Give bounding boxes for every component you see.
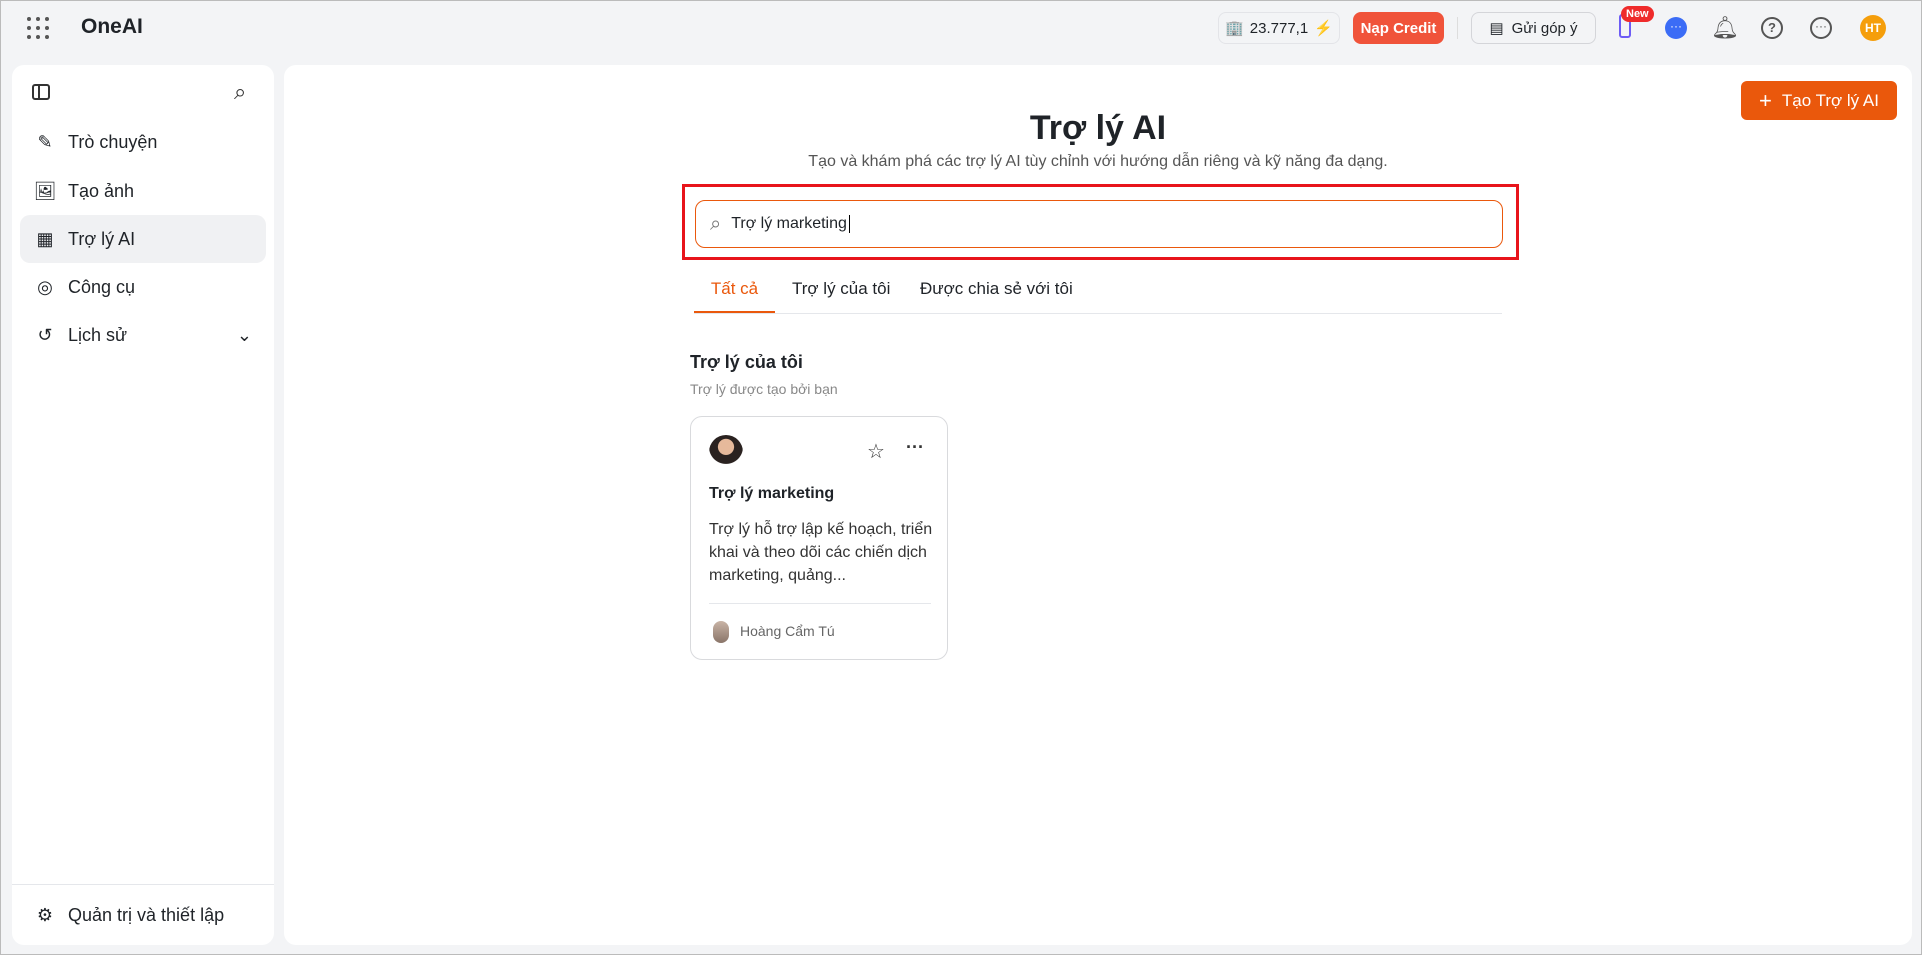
- section-subtitle: Trợ lý được tạo bởi bạn: [690, 381, 838, 397]
- search-icon[interactable]: ⌕: [234, 79, 246, 105]
- avatar[interactable]: HT: [1860, 15, 1886, 41]
- tab-my-assistants[interactable]: Trợ lý của tôi: [792, 279, 890, 313]
- apps-grid-icon[interactable]: [27, 17, 49, 39]
- search-icon: ⌕: [710, 212, 722, 235]
- credit-balance[interactable]: 🏢 23.777,1 ⚡: [1218, 12, 1340, 44]
- top-bar: OneAI 🏢 23.777,1 ⚡ Nạp Credit ▤ Gửi góp ý N…: [1, 1, 1922, 55]
- history-icon: ↺: [37, 324, 53, 345]
- sidebar-item-history[interactable]: ↺ Lịch sử ⌄: [20, 311, 266, 359]
- help-icon[interactable]: ?: [1761, 17, 1783, 39]
- chat-icon[interactable]: ···: [1665, 17, 1687, 39]
- compass-icon: ◎: [37, 276, 53, 297]
- sidebar-item-tools[interactable]: ◎ Công cụ: [20, 263, 266, 311]
- sidebar-toggle-icon[interactable]: [32, 84, 50, 100]
- sidebar-item-ai-assistant[interactable]: ▦ Trợ lý AI: [20, 215, 266, 263]
- bell-icon[interactable]: 🔔︎: [1711, 15, 1739, 41]
- image-plus-icon: 🖼︎: [33, 180, 57, 201]
- settings-button[interactable]: ⚙ Quản trị và thiết lập: [20, 891, 266, 939]
- search-input[interactable]: ⌕ Trợ lý marketing: [695, 200, 1503, 248]
- divider: [12, 884, 274, 885]
- section-title: Trợ lý của tôi: [690, 352, 803, 372]
- topup-credit-button[interactable]: Nạp Credit: [1353, 12, 1444, 44]
- app-logo: OneAI: [81, 15, 143, 38]
- tab-all[interactable]: Tất cả: [694, 279, 775, 313]
- sidebar: ⌕ ✎ Trò chuyện 🖼︎ Tạo ảnh ▦ Trợ lý AI ◎ Công…: [12, 65, 274, 945]
- sidebar-item-create-image[interactable]: 🖼︎ Tạo ảnh: [20, 167, 266, 215]
- chevron-down-icon: ⌄: [236, 324, 252, 345]
- more-options-icon[interactable]: ···: [906, 437, 924, 458]
- divider: [1457, 17, 1458, 39]
- assistant-name: Trợ lý marketing: [709, 485, 835, 502]
- more-icon[interactable]: ···: [1810, 17, 1832, 39]
- author-name: Hoàng Cẩm Tú: [740, 623, 835, 639]
- tabs-divider: [694, 313, 1502, 314]
- page-subtitle: Tạo và khám phá các trợ lý AI tùy chỉnh …: [808, 153, 1388, 170]
- edit-icon: ✎: [37, 131, 53, 152]
- gear-icon: ⚙: [36, 904, 54, 925]
- main-panel: + Tạo Trợ lý AI Trợ lý AI Tạo và khám phá…: [284, 65, 1912, 945]
- new-badge: New: [1621, 6, 1654, 22]
- divider: [709, 603, 931, 604]
- grid-icon: ▦: [36, 228, 54, 249]
- lightning-icon: ⚡: [1314, 20, 1333, 37]
- author-avatar: [713, 621, 729, 643]
- page-title: Trợ lý AI: [1029, 109, 1167, 147]
- feedback-button[interactable]: ▤ Gửi góp ý: [1471, 12, 1596, 44]
- assistant-description: Trợ lý hỗ trợ lập kế hoạch, triển khai v…: [709, 521, 933, 584]
- tab-shared-with-me[interactable]: Được chia sẻ với tôi: [920, 279, 1073, 313]
- sidebar-item-chat[interactable]: ✎ Trò chuyện: [20, 118, 266, 166]
- building-icon: 🏢: [1225, 20, 1244, 37]
- star-icon[interactable]: ☆: [867, 439, 885, 464]
- feedback-icon: ▤: [1489, 20, 1504, 37]
- assistant-avatar: [709, 435, 743, 469]
- assistant-card[interactable]: ☆ ··· Trợ lý marketing Trợ lý hỗ trợ lập…: [690, 416, 948, 660]
